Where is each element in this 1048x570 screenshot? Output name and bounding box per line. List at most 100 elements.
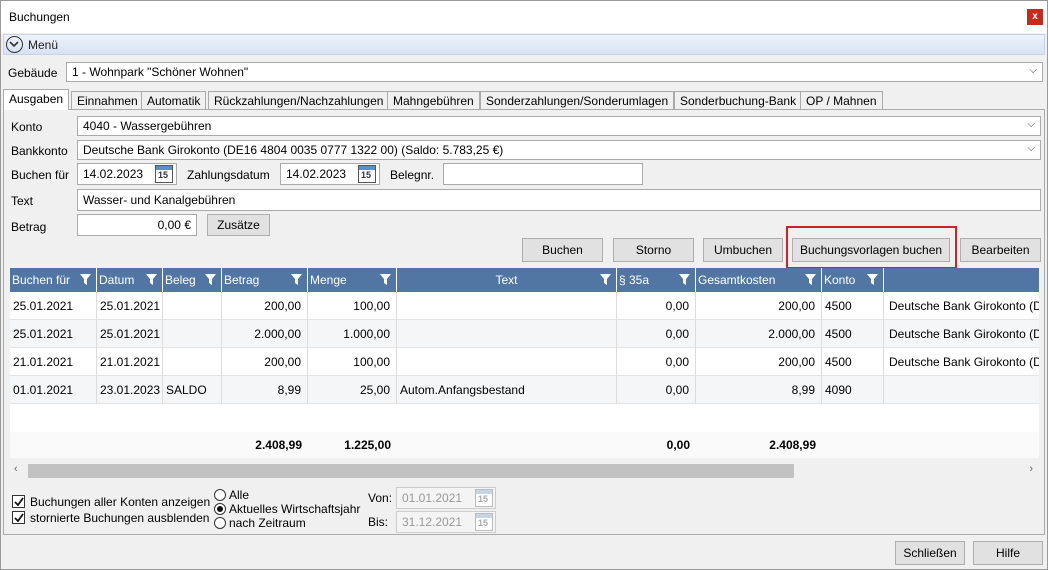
- belegnr-field[interactable]: [443, 163, 643, 185]
- hilfe-button[interactable]: Hilfe: [973, 541, 1043, 565]
- total-35a: 0,00: [666, 438, 690, 452]
- column-header-label: Betrag: [224, 273, 260, 287]
- zusaetze-button[interactable]: Zusätze: [207, 214, 270, 236]
- menu-bar[interactable]: Menü: [3, 34, 1045, 55]
- cell-buchen-fuer: 25.01.2021: [10, 292, 97, 320]
- tab-ausgaben[interactable]: Ausgaben: [3, 89, 70, 110]
- column-header-konto[interactable]: Konto: [822, 268, 884, 292]
- column-header-label: Text: [495, 273, 518, 287]
- bookings-table[interactable]: Buchen für Datum Beleg Betrag Menge Text…: [10, 268, 1039, 458]
- show-all-accounts-label[interactable]: Buchungen aller Konten anzeigen: [30, 495, 210, 509]
- radio-nach-zeitraum[interactable]: [214, 517, 226, 529]
- column-header-gesamtkosten[interactable]: Gesamtkosten: [696, 268, 822, 292]
- radio-alle[interactable]: [214, 489, 226, 501]
- table-row[interactable]: 25.01.2021 25.01.2021 200,00 100,00 0,00…: [10, 292, 1039, 320]
- highlight-frame: [786, 226, 957, 269]
- filter-icon[interactable]: [80, 274, 91, 285]
- column-header-label: Menge: [310, 273, 347, 287]
- cell-betrag: 200,00: [222, 348, 308, 376]
- scrollbar-thumb[interactable]: [28, 464, 794, 478]
- close-window-button[interactable]: x: [1027, 9, 1043, 25]
- cell-beleg: [163, 348, 222, 376]
- chevron-down-icon: ⌵: [1027, 119, 1035, 130]
- column-header-beleg[interactable]: Beleg: [163, 268, 222, 292]
- calendar-icon[interactable]: 15: [358, 165, 376, 183]
- cell-beleg: SALDO: [163, 376, 222, 404]
- radio-alle-label[interactable]: Alle: [229, 488, 249, 502]
- filter-icon[interactable]: [679, 274, 690, 285]
- radio-aktuelles-label[interactable]: Aktuelles Wirtschaftsjahr: [229, 502, 360, 516]
- cell-betrag: 2.000,00: [222, 320, 308, 348]
- filter-icon[interactable]: [380, 274, 391, 285]
- umbuchen-button[interactable]: Umbuchen: [703, 238, 783, 262]
- calendar-icon: 15: [475, 513, 493, 531]
- filter-icon[interactable]: [205, 274, 216, 285]
- cell-konto: 4500: [822, 348, 884, 376]
- total-menge: 1.225,00: [344, 438, 391, 452]
- tab-sonderbuchung-bank[interactable]: Sonderbuchung-Bank: [674, 91, 803, 109]
- column-header-label: Konto: [824, 273, 856, 287]
- column-header-datum[interactable]: Datum: [97, 268, 163, 292]
- cell-text: Autom.Anfangsbestand: [397, 376, 617, 404]
- window-title: Buchungen: [9, 10, 70, 24]
- column-header-bankkonto[interactable]: [884, 268, 1039, 292]
- radio-aktuelles-wirtschaftsjahr[interactable]: [214, 503, 226, 515]
- cell-text: [397, 320, 617, 348]
- cell-gesamtkosten: 200,00: [696, 348, 822, 376]
- table-row[interactable]: 25.01.2021 25.01.2021 2.000,00 1.000,00 …: [10, 320, 1039, 348]
- schliessen-button[interactable]: Schließen: [895, 541, 965, 565]
- radio-zeitraum-label[interactable]: nach Zeitraum: [229, 516, 306, 530]
- table-row[interactable]: 21.01.2021 21.01.2021 200,00 100,00 0,00…: [10, 348, 1039, 376]
- cell-menge: 1.000,00: [308, 320, 397, 348]
- buchungen-window: Buchungen x Menü Gebäude 1 - Wohnpark "S…: [0, 0, 1048, 570]
- tab-sonderzahlungen[interactable]: Sonderzahlungen/Sonderumlagen: [480, 91, 675, 109]
- cell-35a: 0,00: [617, 320, 696, 348]
- menu-label[interactable]: Menü: [28, 38, 58, 52]
- hide-storno-label[interactable]: stornierte Buchungen ausblenden: [30, 511, 209, 525]
- column-header-35a[interactable]: § 35a: [617, 268, 696, 292]
- column-header-betrag[interactable]: Betrag: [222, 268, 308, 292]
- cell-text: [397, 348, 617, 376]
- cell-bankkonto: [884, 376, 1039, 404]
- storno-button[interactable]: Storno: [613, 238, 694, 262]
- bankkonto-select[interactable]: Deutsche Bank Girokonto (DE16 4804 0035 …: [77, 140, 1041, 160]
- cell-buchen-fuer: 25.01.2021: [10, 320, 97, 348]
- chevron-down-icon[interactable]: [6, 36, 23, 53]
- show-all-accounts-checkbox[interactable]: [12, 495, 25, 508]
- filter-icon[interactable]: [867, 274, 878, 285]
- cell-35a: 0,00: [617, 376, 696, 404]
- column-header-buchen-fuer[interactable]: Buchen für: [10, 268, 97, 292]
- filter-icon[interactable]: [291, 274, 302, 285]
- hide-storno-checkbox[interactable]: [12, 511, 25, 524]
- tab-automatik[interactable]: Automatik: [141, 91, 207, 109]
- tab-rueckzahlungen[interactable]: Rückzahlungen/Nachzahlungen: [208, 91, 390, 109]
- belegnr-label: Belegnr.: [390, 168, 435, 182]
- filter-icon[interactable]: [805, 274, 816, 285]
- bearbeiten-button[interactable]: Bearbeiten: [960, 238, 1041, 262]
- checkmark-icon: [14, 513, 24, 523]
- table-row[interactable]: 01.01.2021 23.01.2023 SALDO 8,99 25,00 A…: [10, 376, 1039, 404]
- filter-icon[interactable]: [146, 274, 157, 285]
- building-select[interactable]: 1 - Wohnpark "Schöner Wohnen" ⌵: [66, 62, 1043, 82]
- buchen-button[interactable]: Buchen: [522, 238, 603, 262]
- filter-icon[interactable]: [600, 274, 611, 285]
- chevron-left-icon[interactable]: ‹: [14, 463, 18, 475]
- tab-op-mahnen[interactable]: OP / Mahnen: [800, 91, 883, 109]
- tab-mahngebuehren[interactable]: Mahngebühren: [387, 91, 480, 109]
- chevron-down-icon: ⌵: [1029, 65, 1037, 76]
- cell-buchen-fuer: 01.01.2021: [10, 376, 97, 404]
- cell-konto: 4500: [822, 292, 884, 320]
- betrag-field[interactable]: 0,00 €: [77, 214, 197, 236]
- konto-select[interactable]: 4040 - Wassergebühren ⌵: [77, 116, 1041, 136]
- konto-label: Konto: [11, 120, 43, 134]
- tab-einnahmen[interactable]: Einnahmen: [71, 91, 144, 109]
- chevron-right-icon[interactable]: ›: [1029, 463, 1033, 475]
- bis-label: Bis:: [368, 515, 389, 529]
- column-header-text[interactable]: Text: [397, 268, 617, 292]
- column-header-menge[interactable]: Menge: [308, 268, 397, 292]
- horizontal-scrollbar[interactable]: ‹ ›: [10, 460, 1039, 482]
- building-label: Gebäude: [8, 66, 58, 80]
- cell-betrag: 200,00: [222, 292, 308, 320]
- calendar-icon[interactable]: 15: [155, 165, 173, 183]
- text-field[interactable]: Wasser- und Kanalgebühren: [77, 189, 1041, 211]
